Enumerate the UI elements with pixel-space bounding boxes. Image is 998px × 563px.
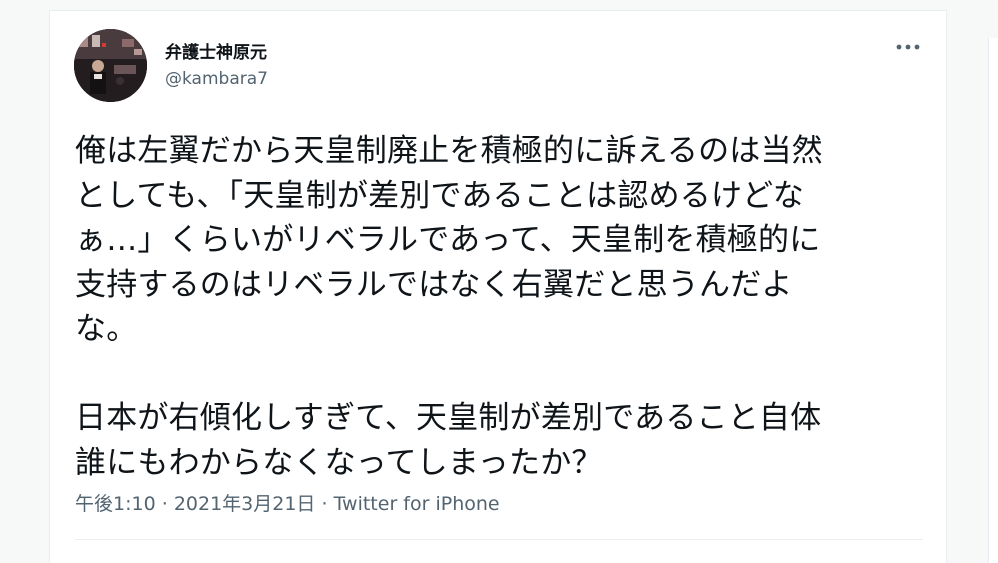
tweet-metadata: 午後1:10 · 2021年3月21日 · Twitter for iPhone — [75, 489, 500, 516]
tweet-text-line: 支持するのはリベラルではなく右翼だと思うんだよ — [75, 266, 793, 303]
tweet-text-line: 日本が右傾化しすぎて、天皇制が差別であること自体 — [75, 400, 822, 436]
tweet-date[interactable]: 2021年3月21日 — [174, 493, 316, 515]
tweet-text-line: 誰にもわからなくなってしまったか？ — [75, 444, 603, 481]
meta-separator: · — [161, 493, 168, 515]
more-options-button[interactable] — [890, 33, 926, 61]
tweet-source-link[interactable]: Twitter for iPhone — [334, 493, 500, 515]
display-name[interactable]: 弁護士神原元 — [165, 38, 267, 63]
divider — [75, 539, 923, 540]
avatar[interactable] — [74, 29, 147, 102]
user-handle[interactable]: @kambara7 — [165, 69, 268, 89]
tweet-time[interactable]: 午後1:10 — [75, 493, 156, 515]
tweet-text: 俺は左翼だから天皇制廃止を積極的に訴えるのは当然 としても、「天皇制が差別である… — [75, 129, 915, 485]
more-horizontal-icon — [896, 44, 920, 50]
tweet-text-line: ぁ…」くらいがリベラルであって、天皇制を積極的に — [75, 222, 821, 258]
tweet-text-line: な。 — [75, 311, 138, 347]
profile-photo-icon — [74, 29, 147, 102]
adjacent-panel-edge — [988, 38, 998, 563]
tweet-card: 弁護士神原元 @kambara7 俺は左翼だから天皇制廃止を積極的に訴えるのは当… — [49, 10, 947, 563]
meta-separator: · — [321, 493, 328, 515]
tweet-text-line: 俺は左翼だから天皇制廃止を積極的に訴えるのは当然 — [75, 133, 823, 169]
tweet-text-line: としても、「天皇制が差別であることは認めるけどな — [75, 177, 804, 214]
